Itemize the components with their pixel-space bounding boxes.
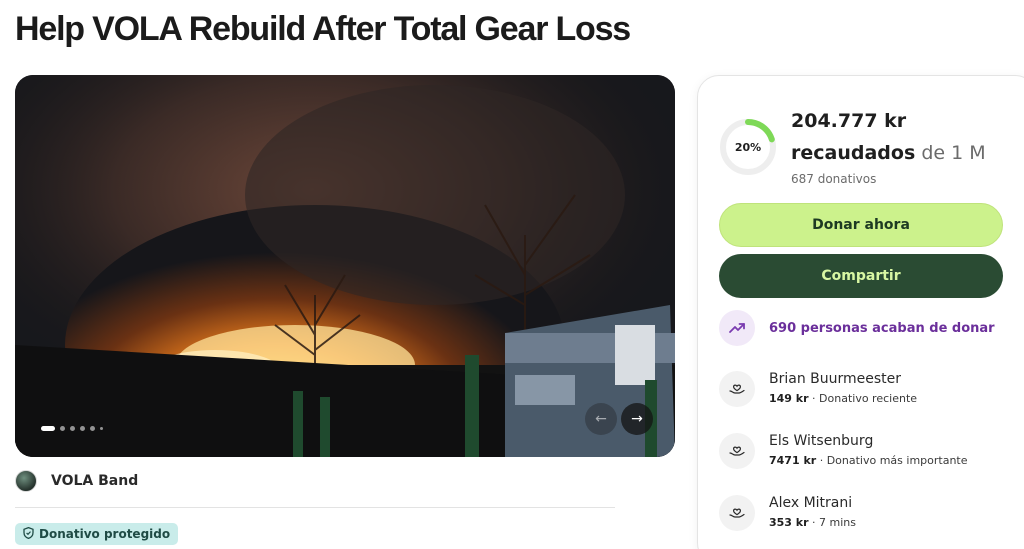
heart-hand-icon [719,371,755,407]
share-button[interactable]: Compartir [719,254,1003,298]
organizer[interactable]: VOLA Band [15,470,138,492]
slide-dot[interactable] [80,426,85,431]
donation-sidebar: 20% 204.777 kr recaudados de 1 M 687 don… [697,75,1024,549]
donor-amount: 149 kr [769,392,809,405]
donor-list-item: Brian Buurmeester 149 kr · Donativo reci… [719,370,917,407]
raised-line: recaudados de 1 M [791,142,986,164]
protected-donation-badge[interactable]: Donativo protegido [15,523,179,545]
meta-separator: · [812,516,820,529]
heart-hand-icon [719,495,755,531]
slide-dot[interactable] [60,426,65,431]
donor-note: 7 mins [819,516,857,529]
meta-separator: · [812,392,820,405]
divider [15,507,615,508]
donor-note: Donativo reciente [819,392,918,405]
amount-raised: 204.777 kr [791,110,907,132]
campaign-title: Help VOLA Rebuild After Total Gear Loss [15,10,631,48]
donor-meta: 353 kr · 7 mins [769,516,856,529]
donor-name: Brian Buurmeester [769,371,902,387]
goal-text: de 1 M [921,142,986,164]
organizer-name[interactable]: VOLA Band [51,473,138,489]
heart-hand-icon [719,433,755,469]
raised-word: recaudados [791,142,916,164]
slide-indicators[interactable] [41,426,103,431]
shield-icon [23,526,34,542]
badge-label: Donativo protegido [39,527,171,541]
meta-separator: · [819,454,827,467]
campaign-image-gallery[interactable]: ← → [15,75,675,457]
slide-dot[interactable] [100,427,103,430]
next-slide-button[interactable]: → [621,403,653,435]
arrow-left-icon: ← [595,411,607,427]
recent-donations-text: 690 personas acaban de donar [769,320,995,336]
fire-photo [15,75,675,457]
donor-meta: 149 kr · Donativo reciente [769,392,917,405]
donor-list-item: Alex Mitrani 353 kr · 7 mins [719,494,856,531]
trending-up-icon [719,310,755,346]
slide-dot[interactable] [90,426,95,431]
donor-note: Donativo más importante [826,454,968,467]
slide-dot[interactable] [70,426,75,431]
previous-slide-button[interactable]: ← [585,403,617,435]
slide-dot-active[interactable] [41,426,55,431]
arrow-right-icon: → [631,411,643,427]
donate-button[interactable]: Donar ahora [719,203,1003,247]
donor-list-item: Els Witsenburg 7471 kr · Donativo más im… [719,432,968,469]
donor-name: Els Witsenburg [769,433,874,449]
donations-count: 687 donativos [791,172,877,186]
recent-donations-activity[interactable]: 690 personas acaban de donar [719,310,995,346]
donor-meta: 7471 kr · Donativo más importante [769,454,968,467]
donor-amount: 353 kr [769,516,809,529]
donor-amount: 7471 kr [769,454,817,467]
progress-percent: 20% [734,140,762,154]
donor-name: Alex Mitrani [769,495,853,511]
organizer-avatar[interactable] [15,470,37,492]
